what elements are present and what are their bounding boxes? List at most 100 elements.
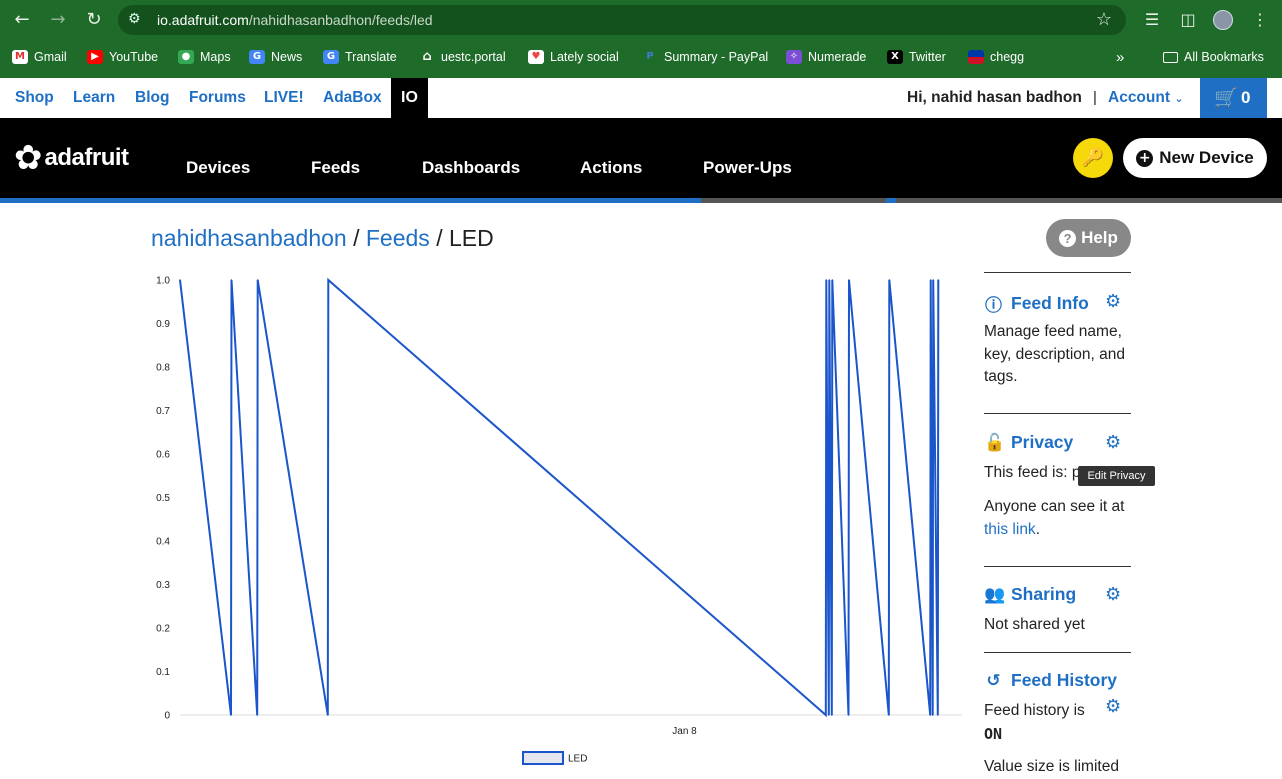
- link-blog[interactable]: Blog: [135, 89, 169, 107]
- profile-avatar[interactable]: [1213, 10, 1233, 30]
- help-button[interactable]: ? Help: [1046, 219, 1131, 257]
- youtube-icon: ▶: [87, 50, 103, 64]
- breadcrumb-separator: /: [436, 225, 443, 251]
- history-header: ↺ Feed History: [984, 670, 1117, 691]
- link-shop[interactable]: Shop: [15, 89, 54, 107]
- bookmark-star-icon[interactable]: ☆: [1096, 9, 1112, 30]
- privacy-desc: Anyone can see it at this link.: [984, 498, 1125, 538]
- chart-svg: 0 0.1 0.2 0.3 0.4 0.5 0.6 0.7 0.8 0.9 1.0 Jan 8 LED: [156, 276, 962, 765]
- nav-dashboards[interactable]: Dashboards: [422, 158, 520, 178]
- feed-sidebar: ⓘ Feed Info ⚙ Manage feed name, key, des…: [984, 272, 1131, 777]
- folder-icon: [1163, 51, 1178, 63]
- legend-label: LED: [568, 754, 587, 765]
- y-tick-label: 0.6: [156, 450, 170, 461]
- question-icon: ?: [1059, 229, 1077, 247]
- users-icon: 👥: [984, 584, 1006, 605]
- all-bookmarks[interactable]: All Bookmarks: [1163, 48, 1264, 66]
- nav-devices[interactable]: Devices: [186, 158, 250, 178]
- privacy-header: 🔓 Privacy: [984, 432, 1073, 453]
- plus-icon: +: [1136, 149, 1154, 167]
- main-nav: ✿ adafruit Devices Feeds Dashboards Acti…: [0, 118, 1282, 198]
- separator: |: [1093, 89, 1097, 106]
- link-live[interactable]: LIVE!: [264, 89, 304, 107]
- account-menu[interactable]: Account ⌄: [1108, 89, 1184, 107]
- gmail-icon: M: [12, 50, 28, 64]
- cart-icon: 🛒: [1214, 87, 1238, 109]
- data-point: [327, 279, 330, 281]
- breadcrumb-separator: /: [353, 225, 360, 251]
- site-settings-icon[interactable]: ⚙: [128, 11, 141, 27]
- link-forums[interactable]: Forums: [189, 89, 246, 107]
- bookmark-translate[interactable]: G Translate: [323, 48, 397, 66]
- new-device-button[interactable]: + New Device: [1123, 138, 1267, 178]
- bookmark-twitter[interactable]: X Twitter: [887, 48, 946, 66]
- nav-actions[interactable]: Actions: [580, 158, 642, 178]
- feed-chart[interactable]: 0 0.1 0.2 0.3 0.4 0.5 0.6 0.7 0.8 0.9 1.0 Jan 8 LED: [140, 268, 970, 773]
- link-learn[interactable]: Learn: [73, 89, 115, 107]
- bookmark-news[interactable]: G News: [249, 48, 302, 66]
- sharing-gear-icon[interactable]: ⚙: [1105, 584, 1121, 605]
- media-control-icon[interactable]: ☰: [1140, 8, 1164, 32]
- menu-dots-icon[interactable]: ⋮: [1248, 8, 1272, 32]
- bookmark-uestc-portal[interactable]: ⌂ uestc.portal: [419, 48, 505, 66]
- privacy-gear-icon[interactable]: ⚙: [1105, 432, 1121, 453]
- help-label: Help: [1081, 228, 1118, 247]
- reload-icon[interactable]: ↻: [82, 8, 106, 32]
- sharing-title: Sharing: [1011, 584, 1077, 604]
- bookmark-paypal[interactable]: P Summary - PayPal: [642, 48, 768, 66]
- bookmark-chegg[interactable]: chegg: [968, 48, 1024, 66]
- flag-icon: [968, 50, 984, 64]
- breadcrumb-feeds[interactable]: Feeds: [366, 225, 430, 251]
- y-tick-label: 0.4: [156, 537, 170, 548]
- tab-io[interactable]: IO: [391, 78, 428, 118]
- feed-info-gear-icon[interactable]: ⚙: [1105, 291, 1121, 312]
- data-point: [256, 714, 258, 716]
- key-button[interactable]: 🔑: [1073, 138, 1113, 178]
- breadcrumb-user[interactable]: nahidhasanbadhon: [151, 225, 347, 251]
- data-point: [828, 714, 830, 716]
- side-panel-icon[interactable]: ◫: [1176, 8, 1200, 32]
- forward-icon[interactable]: →: [46, 8, 70, 32]
- divider: [984, 652, 1131, 653]
- privacy-title: Privacy: [1011, 432, 1074, 452]
- more-bookmarks-icon[interactable]: »: [1116, 48, 1124, 66]
- sharing-header: 👥 Sharing: [984, 584, 1076, 605]
- home-icon: ⌂: [422, 49, 432, 64]
- bookmarks-bar: M Gmail ▶ YouTube ● Maps G News G Translate ⌂…: [0, 42, 1282, 72]
- translate-icon: G: [323, 50, 339, 64]
- bookmark-lately-social[interactable]: ♥ Lately social: [528, 48, 619, 66]
- data-point: [230, 279, 233, 281]
- chevron-down-icon: ⌄: [1174, 92, 1184, 105]
- bookmark-numerade[interactable]: ✧ Numerade: [786, 48, 866, 66]
- news-icon: G: [249, 50, 265, 64]
- page-progress-bar: [0, 198, 1282, 203]
- paypal-icon: P: [646, 51, 654, 62]
- bookmark-gmail[interactable]: M Gmail: [12, 48, 67, 66]
- y-tick-label: 0.9: [156, 319, 170, 330]
- x-icon: X: [887, 50, 903, 64]
- bookmark-maps[interactable]: ● Maps: [178, 48, 231, 66]
- y-tick-label: 0.1: [156, 667, 170, 678]
- cart-button[interactable]: 🛒 0: [1200, 78, 1267, 118]
- privacy-link[interactable]: this link: [984, 521, 1036, 538]
- nav-power-ups[interactable]: Power-Ups: [703, 158, 792, 178]
- browser-toolbar: ← → ↻ ⚙ io.adafruit.com/nahidhasanbadhon…: [0, 0, 1282, 78]
- site-topbar: Shop Learn Blog Forums LIVE! AdaBox IO H…: [0, 78, 1282, 118]
- history-title: Feed History: [1011, 670, 1117, 690]
- new-device-label: New Device: [1159, 148, 1254, 167]
- address-bar[interactable]: ⚙ io.adafruit.com/nahidhasanbadhon/feeds…: [118, 5, 1126, 35]
- nav-feeds[interactable]: Feeds: [311, 158, 360, 178]
- x-tick-label: Jan 8: [672, 726, 697, 737]
- bookmark-youtube[interactable]: ▶ YouTube: [87, 48, 158, 66]
- adafruit-logo[interactable]: ✿ adafruit: [14, 138, 129, 178]
- numerade-icon: ✧: [786, 50, 802, 64]
- y-tick-label: 1.0: [156, 276, 170, 287]
- data-point: [179, 279, 181, 281]
- feed-info-title: Feed Info: [1011, 293, 1089, 313]
- back-icon[interactable]: ←: [10, 8, 34, 32]
- data-point: [327, 714, 329, 716]
- user-greeting: Hi, nahid hasan badhon: [907, 89, 1082, 106]
- link-adabox[interactable]: AdaBox: [323, 89, 382, 107]
- data-point: [888, 279, 891, 281]
- divider: [984, 413, 1131, 414]
